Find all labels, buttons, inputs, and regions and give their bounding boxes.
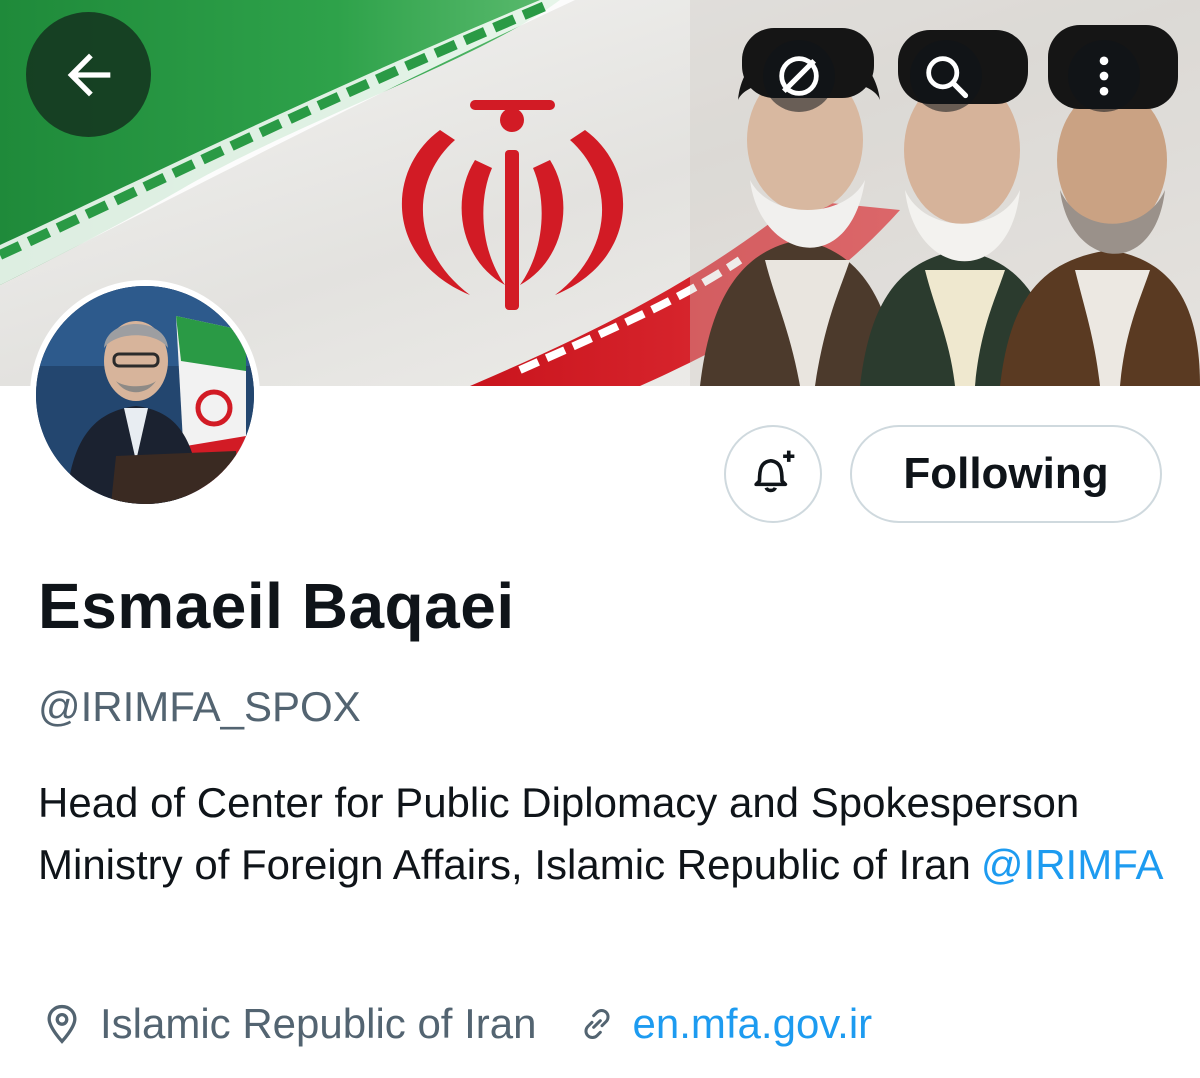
website-item[interactable]: en.mfa.gov.ir bbox=[577, 1000, 873, 1048]
grok-button[interactable] bbox=[763, 40, 835, 112]
profile-meta: Islamic Republic of Iran en.mfa.gov.ir bbox=[40, 995, 872, 1053]
website-link[interactable]: en.mfa.gov.ir bbox=[633, 1000, 873, 1048]
more-options-button[interactable] bbox=[1068, 40, 1140, 112]
avatar[interactable] bbox=[30, 280, 260, 510]
bio-text: Head of Center for Public Diplomacy and … bbox=[38, 779, 1080, 888]
bio-mention-link[interactable]: @IRIMFA bbox=[981, 841, 1164, 888]
display-name: Esmaeil Baqaei bbox=[38, 570, 515, 642]
bell-plus-icon bbox=[746, 445, 800, 504]
grok-icon bbox=[773, 50, 825, 102]
more-vertical-icon bbox=[1078, 50, 1130, 102]
bio: Head of Center for Public Diplomacy and … bbox=[38, 772, 1168, 896]
search-icon bbox=[920, 50, 972, 102]
back-button[interactable] bbox=[26, 12, 151, 137]
handle: @IRIMFA_SPOX bbox=[38, 683, 361, 730]
link-icon bbox=[577, 1004, 617, 1044]
avatar-image bbox=[36, 286, 254, 504]
location-pin-icon bbox=[40, 1002, 84, 1046]
following-button[interactable]: Following bbox=[850, 425, 1162, 523]
notifications-button[interactable] bbox=[724, 425, 822, 523]
arrow-left-icon bbox=[57, 43, 121, 107]
location-text: Islamic Republic of Iran bbox=[100, 1000, 537, 1047]
search-button[interactable] bbox=[910, 40, 982, 112]
location-item: Islamic Republic of Iran bbox=[40, 1000, 537, 1048]
